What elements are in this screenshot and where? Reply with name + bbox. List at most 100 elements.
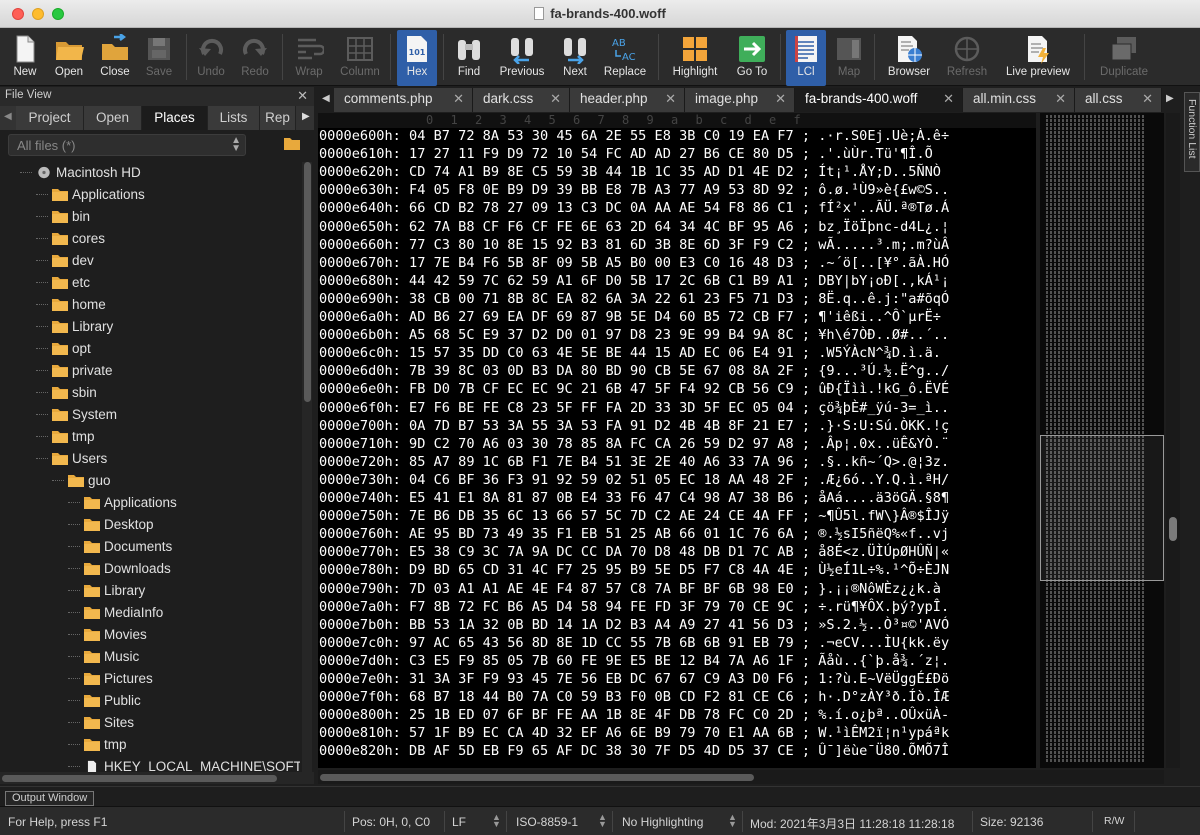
wrap-button[interactable]: Wrap bbox=[288, 30, 330, 86]
tab-image-php[interactable]: image.php ✕ bbox=[685, 88, 795, 112]
scrollbar-thumb[interactable] bbox=[1169, 517, 1177, 541]
tree-item[interactable]: Library bbox=[0, 316, 300, 338]
browser-button[interactable]: Browser bbox=[882, 30, 936, 86]
new-button[interactable]: New bbox=[6, 30, 44, 86]
highlighting-dropdown-icon[interactable]: ▲ ▼ bbox=[728, 813, 737, 829]
tree-item[interactable]: Library bbox=[0, 580, 300, 602]
tree-item[interactable]: Music bbox=[0, 646, 300, 668]
hex-row[interactable]: 0000e600h: 04 B7 72 8A 53 30 45 6A 2E 55… bbox=[319, 128, 949, 147]
tab-header-php[interactable]: header.php ✕ bbox=[570, 88, 685, 112]
hex-row[interactable]: 0000e690h: 38 CB 00 71 8B 8C EA 82 6A 3A… bbox=[319, 291, 949, 310]
tree-item[interactable]: guo bbox=[0, 470, 300, 492]
hex-row[interactable]: 0000e720h: 85 A7 89 1C 6B F1 7E B4 51 3E… bbox=[319, 454, 949, 473]
hex-row[interactable]: 0000e7a0h: F7 8B 72 FC B6 A5 D4 58 94 FE… bbox=[319, 599, 949, 618]
tab-scroll-left-icon[interactable]: ◀ bbox=[4, 111, 12, 122]
tree-item[interactable]: System bbox=[0, 404, 300, 426]
status-highlighting[interactable]: No Highlighting bbox=[622, 815, 703, 829]
hex-row[interactable]: 0000e670h: 17 7E B4 F6 5B 8F 09 5B A5 B0… bbox=[319, 255, 949, 274]
hex-row[interactable]: 0000e660h: 77 C3 80 10 8E 15 92 B3 81 6D… bbox=[319, 237, 949, 256]
tree-item[interactable]: private bbox=[0, 360, 300, 382]
tree-item[interactable]: MediaInfo bbox=[0, 602, 300, 624]
hex-row[interactable]: 0000e610h: 17 27 11 F9 D9 72 10 54 FC AD… bbox=[319, 146, 933, 165]
hex-row[interactable]: 0000e650h: 62 7A B8 CF F6 CF FE 6E 63 2D… bbox=[319, 219, 949, 238]
tree-item[interactable]: bin bbox=[0, 206, 300, 228]
tree-item[interactable]: tmp bbox=[0, 734, 300, 756]
hex-mode-button[interactable]: 101 Hex bbox=[397, 30, 437, 86]
hex-row[interactable]: 0000e810h: 57 1F B9 EC CA 4D 32 EF A6 6E… bbox=[319, 725, 949, 744]
hex-editor[interactable]: 0000e600h: 04 B7 72 8A 53 30 45 6A 2E 55… bbox=[318, 128, 1036, 768]
minimap-viewport[interactable] bbox=[1040, 435, 1164, 581]
hex-row[interactable]: 0000e730h: 04 C6 BF 36 F3 91 92 59 02 51… bbox=[319, 472, 949, 491]
tree-item[interactable]: Documents bbox=[0, 536, 300, 558]
tab-fa-brands-woff[interactable]: fa-brands-400.woff ✕ bbox=[795, 88, 963, 112]
function-list-tab[interactable]: Function List bbox=[1184, 92, 1200, 172]
tree-item[interactable]: tmp bbox=[0, 426, 300, 448]
find-button[interactable]: Find bbox=[450, 30, 488, 86]
tab-project[interactable]: Project bbox=[16, 106, 84, 130]
tree-item[interactable]: Downloads bbox=[0, 558, 300, 580]
save-button[interactable]: Save bbox=[140, 30, 178, 86]
close-tab-icon[interactable]: ✕ bbox=[775, 91, 786, 107]
scrollbar-thumb[interactable] bbox=[2, 775, 277, 782]
hex-row[interactable]: 0000e780h: D9 BD 65 CD 31 4C F7 25 95 B9… bbox=[319, 562, 949, 581]
file-filter-select[interactable]: All files (*) ▲ ▼ bbox=[8, 134, 246, 156]
line-ending-dropdown-icon[interactable]: ▲ ▼ bbox=[492, 813, 501, 829]
live-preview-button[interactable]: Live preview bbox=[1000, 30, 1076, 86]
column-button[interactable]: Column bbox=[336, 30, 384, 86]
tree-item[interactable]: dev bbox=[0, 250, 300, 272]
goto-button[interactable]: Go To bbox=[732, 30, 772, 86]
close-tab-icon[interactable]: ✕ bbox=[943, 91, 954, 107]
editor-horizontal-scrollbar[interactable] bbox=[318, 770, 1164, 784]
hex-row[interactable]: 0000e800h: 25 1B ED 07 6F BF FE AA 1B 8E… bbox=[319, 707, 949, 726]
scrollbar-thumb[interactable] bbox=[304, 162, 311, 402]
hex-row[interactable]: 0000e770h: E5 38 C9 3C 7A 9A DC CC DA 70… bbox=[319, 544, 949, 563]
output-window-tab[interactable]: Output Window bbox=[5, 791, 95, 806]
hex-row[interactable]: 0000e7c0h: 97 AC 65 43 56 8D 8E 1D CC 55… bbox=[319, 635, 949, 654]
doc-tabs-scroll-right-icon[interactable]: ▶ bbox=[1166, 93, 1174, 104]
tree-item[interactable]: etc bbox=[0, 272, 300, 294]
close-tab-icon[interactable]: ✕ bbox=[550, 91, 561, 107]
replace-button[interactable]: AB AC Replace bbox=[600, 30, 650, 86]
tree-horizontal-scrollbar[interactable] bbox=[0, 772, 314, 784]
tree-item[interactable]: HKEY_LOCAL_MACHINE\SOFTWA bbox=[0, 756, 300, 772]
tab-all-css[interactable]: all.css ✕ bbox=[1075, 88, 1162, 112]
close-tab-icon[interactable]: ✕ bbox=[1142, 91, 1153, 107]
hex-row[interactable]: 0000e6e0h: FB D0 7B CF EC EC 9C 21 6B 47… bbox=[319, 381, 949, 400]
tab-dark-css[interactable]: dark.css ✕ bbox=[473, 88, 570, 112]
hex-row[interactable]: 0000e7e0h: 31 3A 3F F9 93 45 7E 56 EB DC… bbox=[319, 671, 949, 690]
hex-row[interactable]: 0000e710h: 9D C2 70 A6 03 30 78 85 8A FC… bbox=[319, 436, 949, 455]
status-encoding[interactable]: ISO-8859-1 bbox=[516, 815, 578, 829]
close-button[interactable]: Close bbox=[96, 30, 134, 86]
close-tab-icon[interactable]: ✕ bbox=[453, 91, 464, 107]
find-next-button[interactable]: Next bbox=[556, 30, 594, 86]
tree-vertical-scrollbar[interactable] bbox=[302, 162, 312, 772]
hex-row[interactable]: 0000e6d0h: 7B 39 8C 03 0D B3 DA 80 BD 90… bbox=[319, 363, 949, 382]
hex-row[interactable]: 0000e630h: F4 05 F8 0E B9 D9 39 BB E8 7B… bbox=[319, 182, 949, 201]
duplicate-button[interactable]: Duplicate bbox=[1092, 30, 1156, 86]
hex-row[interactable]: 0000e620h: CD 74 A1 B9 8E C5 59 3B 44 1B… bbox=[319, 164, 941, 183]
map-button[interactable]: Map bbox=[830, 30, 868, 86]
tab-scroll-right-icon[interactable]: ▶ bbox=[302, 111, 310, 122]
hex-row[interactable]: 0000e700h: 0A 7D B7 53 3A 55 3A 53 FA 91… bbox=[319, 418, 949, 437]
redo-button[interactable]: Redo bbox=[236, 30, 274, 86]
find-previous-button[interactable]: Previous bbox=[496, 30, 548, 86]
tree-item[interactable]: Desktop bbox=[0, 514, 300, 536]
tree-item[interactable]: Public bbox=[0, 690, 300, 712]
tab-all-min-css[interactable]: all.min.css ✕ bbox=[963, 88, 1075, 112]
hex-row[interactable]: 0000e6a0h: AD B6 27 69 EA DF 69 87 9B 5E… bbox=[319, 309, 941, 328]
undo-button[interactable]: Undo bbox=[192, 30, 230, 86]
hex-row[interactable]: 0000e750h: 7E B6 DB 35 6C 13 66 57 5C 7D… bbox=[319, 508, 949, 527]
refresh-button[interactable]: Refresh bbox=[942, 30, 992, 86]
encoding-dropdown-icon[interactable]: ▲ ▼ bbox=[598, 813, 607, 829]
tree-item[interactable]: Sites bbox=[0, 712, 300, 734]
hex-row[interactable]: 0000e740h: E5 41 E1 8A 81 87 0B E4 33 F6… bbox=[319, 490, 949, 509]
tab-rep[interactable]: Rep bbox=[260, 106, 296, 130]
hex-row[interactable]: 0000e760h: AE 95 BD 73 49 35 F1 EB 51 25… bbox=[319, 526, 949, 545]
tab-lists[interactable]: Lists bbox=[208, 106, 260, 130]
hex-row[interactable]: 0000e7b0h: BB 53 1A 32 0B BD 14 1A D2 B3… bbox=[319, 617, 949, 636]
tree-item[interactable]: cores bbox=[0, 228, 300, 250]
close-tab-icon[interactable]: ✕ bbox=[1055, 91, 1066, 107]
editor-vertical-scrollbar[interactable] bbox=[1166, 113, 1180, 768]
lcl-button[interactable]: LCl bbox=[786, 30, 826, 86]
open-button[interactable]: Open bbox=[50, 30, 88, 86]
